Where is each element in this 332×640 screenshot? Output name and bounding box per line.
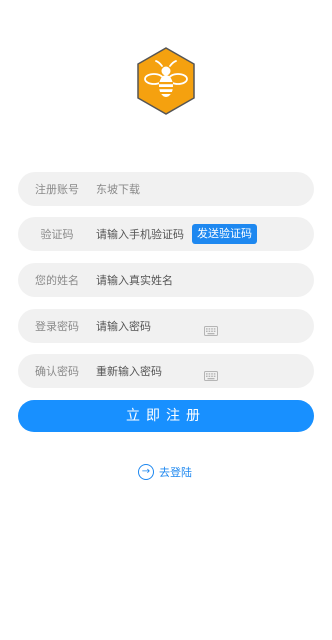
code-label: 验证码 — [40, 228, 74, 241]
code-field: 验证码 发送验证码 — [18, 217, 314, 251]
confirm-password-label: 确认密码 — [35, 365, 79, 378]
confirm-password-field: 确认密码 — [18, 354, 314, 388]
go-login-link[interactable]: → 去登陆 — [138, 463, 192, 481]
go-login-text: 去登陆 — [159, 466, 192, 479]
bee-logo-icon — [135, 46, 197, 116]
name-field: 您的姓名 — [18, 263, 314, 297]
name-label: 您的姓名 — [35, 274, 79, 287]
keyboard-icon[interactable] — [204, 321, 218, 336]
arrow-right-circle-icon: → — [138, 464, 154, 480]
confirm-password-input[interactable] — [96, 364, 216, 378]
account-label: 注册账号 — [35, 183, 79, 196]
send-code-button[interactable]: 发送验证码 — [192, 224, 257, 244]
account-input[interactable] — [96, 182, 216, 196]
password-field: 登录密码 — [18, 309, 314, 343]
name-input[interactable] — [96, 273, 216, 287]
password-label: 登录密码 — [35, 320, 79, 333]
account-field: 注册账号 — [18, 172, 314, 206]
password-input[interactable] — [96, 319, 216, 333]
register-button[interactable]: 立即注册 — [18, 400, 314, 432]
code-input[interactable] — [96, 227, 196, 241]
keyboard-icon[interactable] — [204, 366, 218, 381]
